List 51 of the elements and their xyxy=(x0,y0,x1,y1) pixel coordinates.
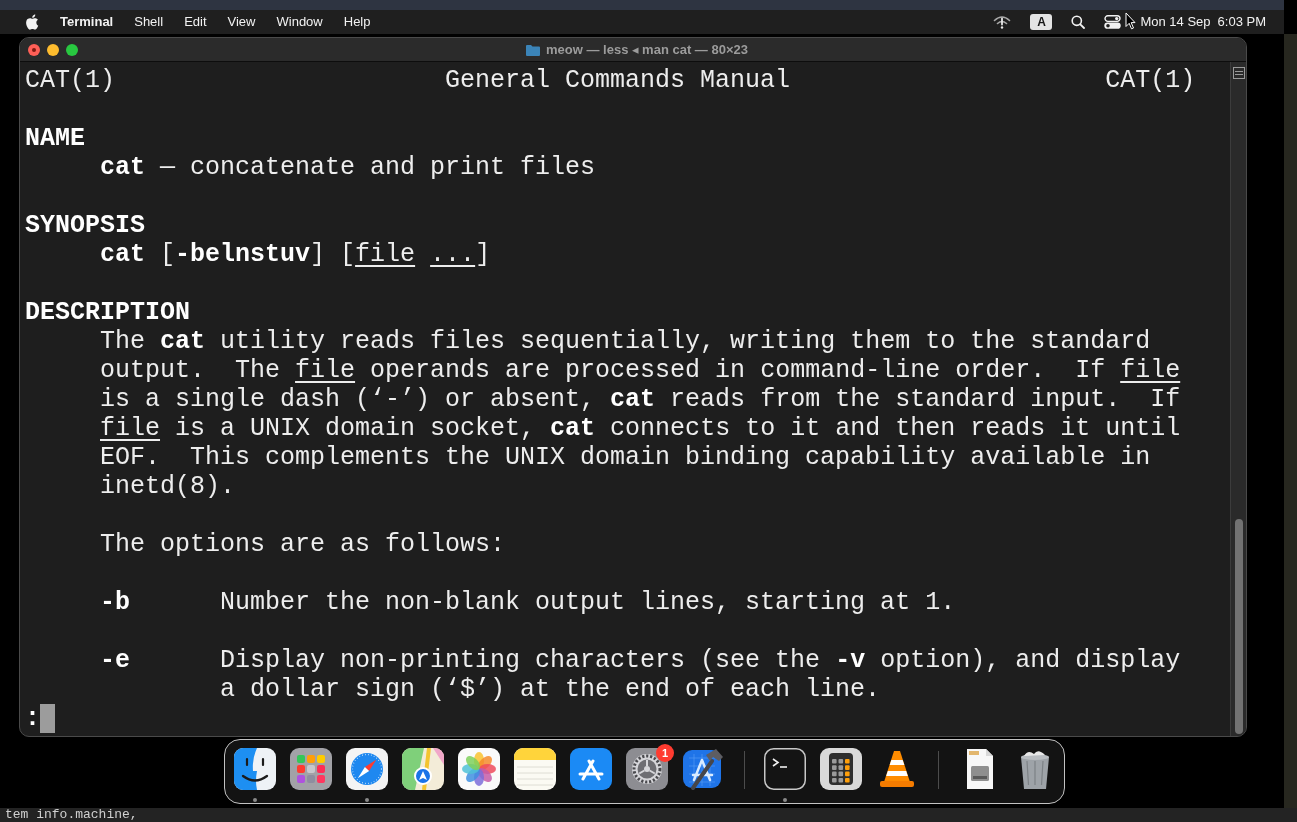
scrollbar[interactable] xyxy=(1230,62,1246,736)
terminal-icon[interactable] xyxy=(764,748,806,790)
menu-bar-date[interactable]: Mon 14 Sep xyxy=(1140,14,1211,30)
manual-title: General Commands Manual xyxy=(445,66,791,95)
flower-icon[interactable] xyxy=(458,748,500,790)
option-name: -b xyxy=(100,588,130,617)
menu-item[interactable]: View xyxy=(227,14,256,30)
scrollbar-thumb[interactable] xyxy=(1234,519,1243,734)
hammer-icon[interactable] xyxy=(682,748,724,790)
section-heading: DESCRIPTION xyxy=(25,298,191,327)
compass-icon[interactable] xyxy=(346,748,388,790)
search-icon[interactable] xyxy=(1071,15,1086,29)
close-button[interactable] xyxy=(28,43,40,56)
section-heading: NAME xyxy=(25,124,85,153)
paragraph-text: cat — concatenate and print files xyxy=(100,153,596,182)
menu-item[interactable]: Edit xyxy=(184,14,207,30)
zoom-button[interactable] xyxy=(66,43,78,56)
option-name: -e xyxy=(100,646,130,675)
paragraph-text: The options are as follows: xyxy=(100,530,506,559)
wifi-alert-icon[interactable] xyxy=(993,15,1012,29)
background-terminal-text: tem info.machine, xyxy=(5,808,138,822)
paragraph-text: The cat utility reads files sequentially, writing them to the standard output. The file operands are processed in command-line order. If file is a single dash (‘-’) or absent, cat reads from the standard input. If file is a UNIX domain socket, cat connects to it and then reads it until EOF. This complements the UNIX domain binding capability available in inetd(8). xyxy=(100,327,1181,501)
letter-a-icon[interactable] xyxy=(570,748,612,790)
option-description: Number the non-blank output lines, starting at 1. xyxy=(220,588,956,617)
menu-item[interactable]: Window xyxy=(276,14,323,30)
section-heading: SYNOPSIS xyxy=(25,211,146,240)
notepad-icon[interactable] xyxy=(514,748,556,790)
mouse-pointer-icon xyxy=(1125,12,1136,30)
calculator-icon[interactable] xyxy=(820,748,862,790)
window-title: meow — less ◂ man cat — 80×23 xyxy=(546,42,748,57)
app-menu[interactable]: Terminal xyxy=(60,14,114,30)
paragraph-text: cat [-belnstuv] [file ...] xyxy=(100,240,491,269)
page-title: CAT(1) xyxy=(1105,66,1196,95)
folder-icon xyxy=(526,43,540,56)
menu-item[interactable]: Shell xyxy=(134,14,164,30)
notification-badge: 1 xyxy=(656,744,674,762)
minimize-button[interactable] xyxy=(47,43,59,56)
app-grid-icon[interactable] xyxy=(290,748,332,790)
gear-icon[interactable] xyxy=(626,748,668,790)
block-cursor-icon xyxy=(40,704,55,733)
pager-prompt: : xyxy=(25,704,40,733)
input-source-badge[interactable]: A xyxy=(1030,14,1053,30)
apple-icon[interactable] xyxy=(25,14,39,30)
menu-bar-time[interactable]: 6:03 PM xyxy=(1217,14,1266,30)
split-pane-icon[interactable] xyxy=(1232,67,1245,79)
option-description: Display non-printing characters (see the -v option), and display a dollar sign (‘$’) at the end of each line. xyxy=(220,646,1181,704)
toggles-icon[interactable] xyxy=(1104,15,1122,29)
page-title: CAT(1) xyxy=(25,66,115,95)
map-icon[interactable] xyxy=(402,748,444,790)
menu-item[interactable]: Help xyxy=(343,14,371,30)
smiling-face-icon[interactable] xyxy=(234,748,276,790)
